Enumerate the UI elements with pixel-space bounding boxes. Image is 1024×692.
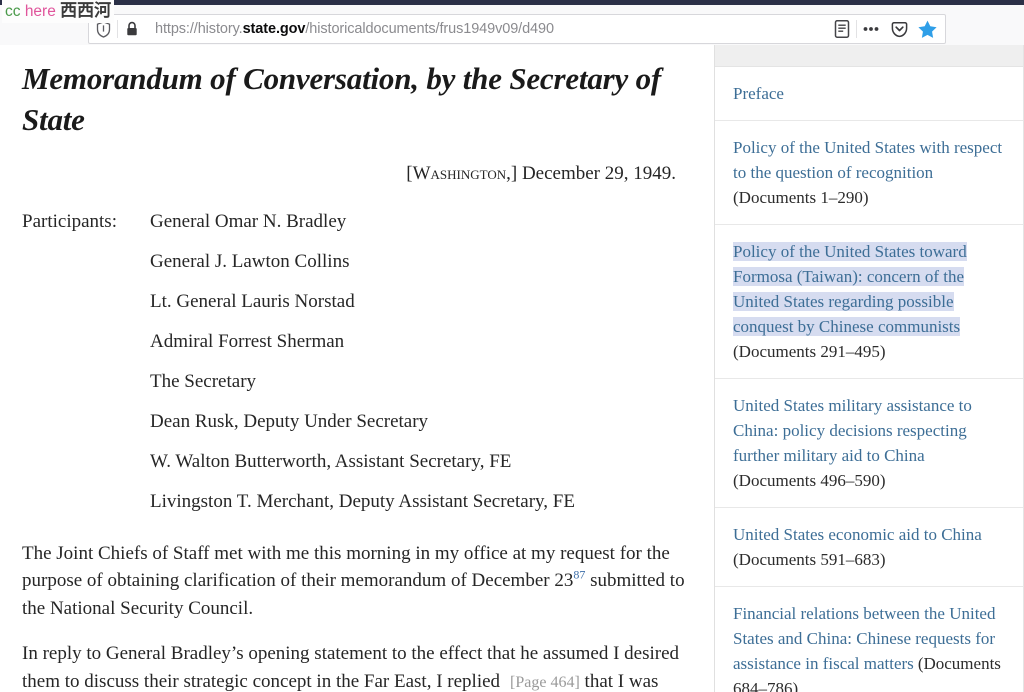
list-item: Dean Rusk, Deputy Under Secretary bbox=[150, 411, 429, 432]
sidebar-item-count: (Documents 496–590) bbox=[733, 471, 886, 490]
participants-list: General Omar N. Bradley General J. Lawto… bbox=[150, 202, 688, 522]
sidebar-item-label[interactable]: Policy of the United States with respect… bbox=[733, 138, 1002, 182]
sidebar-item-preface[interactable]: Preface bbox=[715, 67, 1024, 121]
pocket-shield-icon[interactable] bbox=[885, 15, 913, 43]
footnote-reference-87[interactable]: 87 bbox=[573, 568, 585, 582]
sidebar-item-label[interactable]: Policy of the United States toward Formo… bbox=[733, 242, 967, 336]
sidebar-item-label[interactable]: Preface bbox=[733, 84, 784, 103]
sidebar-header-band bbox=[715, 45, 1024, 67]
list-item: Livingston T. Merchant, Deputy Assistant… bbox=[150, 491, 575, 512]
list-item: Lt. General Lauris Norstad bbox=[150, 291, 355, 312]
watermark-part-cc: cc bbox=[5, 3, 21, 20]
url-text[interactable]: https://history.state.gov/historicaldocu… bbox=[146, 21, 828, 37]
watermark-part-here: here bbox=[24, 3, 56, 20]
bookmark-star-icon[interactable] bbox=[913, 15, 941, 43]
list-item: W. Walton Butterworth, Assistant Secreta… bbox=[150, 451, 512, 472]
padlock-icon[interactable] bbox=[118, 15, 146, 43]
reader-view-icon[interactable] bbox=[828, 15, 856, 43]
watermark-overlay: cc here 西西河 bbox=[2, 0, 115, 23]
document-article: Memorandum of Conversation, by the Secre… bbox=[0, 45, 714, 692]
dateline-date: December 29, 1949. bbox=[521, 163, 676, 184]
paragraph-2-text-a: In reply to General Bradley’s opening st… bbox=[22, 643, 680, 692]
sidebar-item-label[interactable]: United States military assistance to Chi… bbox=[733, 396, 972, 465]
participants-block: Participants: General Omar N. Bradley Ge… bbox=[22, 202, 688, 522]
sidebar-item-military-assistance[interactable]: United States military assistance to Chi… bbox=[715, 379, 1024, 508]
page-content: Memorandum of Conversation, by the Secre… bbox=[0, 45, 1024, 692]
browser-chrome: https://history.state.gov/historicaldocu… bbox=[0, 0, 1024, 45]
sidebar-item-economic-aid[interactable]: United States economic aid to China (Doc… bbox=[715, 508, 1024, 587]
list-item: Admiral Forrest Sherman bbox=[150, 331, 345, 352]
page-title: Memorandum of Conversation, by the Secre… bbox=[22, 61, 662, 137]
sidebar-item-label[interactable]: United States economic aid to China bbox=[733, 525, 982, 544]
list-item: The Secretary bbox=[150, 371, 257, 392]
sidebar-item-count: (Documents 591–683) bbox=[733, 550, 886, 569]
sidebar-item-formosa[interactable]: Policy of the United States toward Formo… bbox=[715, 225, 1024, 379]
page-break-marker: [Page 464] bbox=[510, 673, 580, 691]
body-paragraph-1: The Joint Chiefs of Staff met with me th… bbox=[22, 540, 688, 622]
list-item: General J. Lawton Collins bbox=[150, 251, 350, 272]
volume-contents-sidebar: Preface Policy of the United States with… bbox=[714, 45, 1024, 692]
participants-label: Participants: bbox=[22, 211, 117, 232]
dateline: [Washington,] December 29, 1949. bbox=[22, 161, 676, 187]
sidebar-item-financial-relations[interactable]: Financial relations between the United S… bbox=[715, 587, 1024, 692]
address-bar[interactable]: https://history.state.gov/historicaldocu… bbox=[88, 14, 946, 44]
address-bar-actions bbox=[828, 15, 945, 43]
sidebar-item-count: (Documents 1–290) bbox=[733, 188, 869, 207]
dateline-place: [Washington,] bbox=[406, 163, 518, 184]
body-paragraph-2: In reply to General Bradley’s opening st… bbox=[22, 640, 688, 692]
watermark-part-cn: 西西河 bbox=[60, 1, 112, 20]
sidebar-item-count: (Documents 291–495) bbox=[733, 342, 886, 361]
browser-navigation-toolbar: https://history.state.gov/historicaldocu… bbox=[0, 5, 1024, 45]
page-actions-ellipsis-icon[interactable] bbox=[857, 15, 885, 43]
list-item: General Omar N. Bradley bbox=[150, 211, 347, 232]
sidebar-item-recognition[interactable]: Policy of the United States with respect… bbox=[715, 121, 1024, 225]
